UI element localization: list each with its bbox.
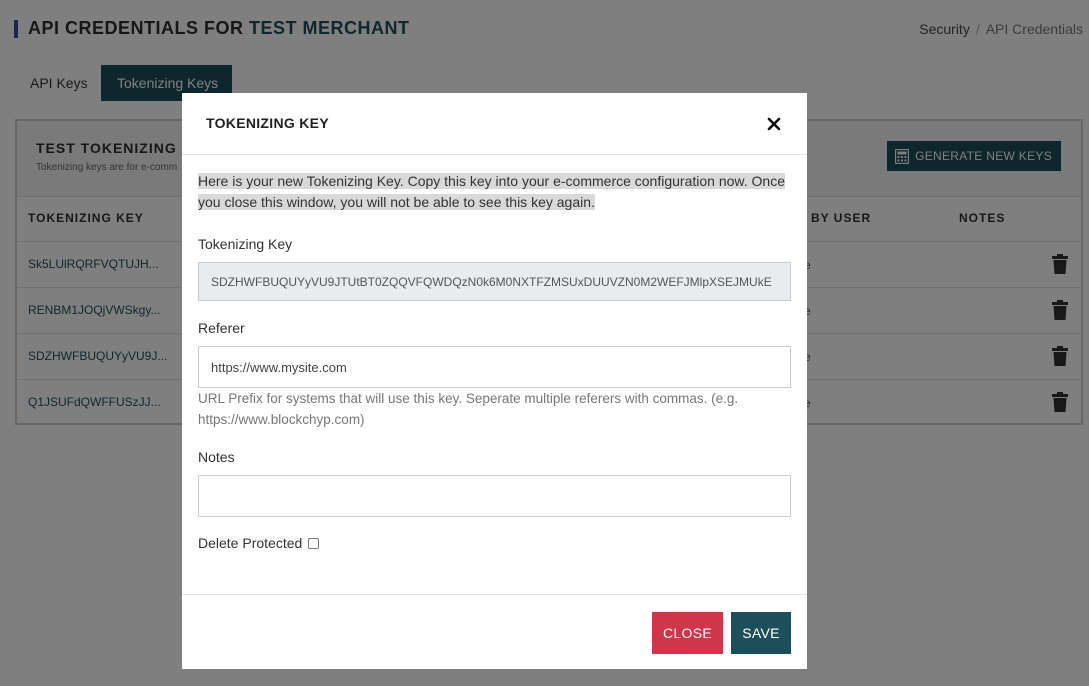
notes-input[interactable] xyxy=(198,475,791,517)
delete-protected-checkbox[interactable] xyxy=(308,537,320,549)
notes-label: Notes xyxy=(198,449,235,465)
delete-protected-row: Delete Protected xyxy=(198,535,320,551)
delete-protected-label: Delete Protected xyxy=(198,535,303,551)
modal-title: TOKENIZING KEY xyxy=(206,115,329,131)
close-button[interactable]: CLOSE xyxy=(652,612,723,654)
close-icon[interactable] xyxy=(765,115,783,133)
referer-input[interactable] xyxy=(198,346,791,388)
modal-footer: CLOSE SAVE xyxy=(182,594,807,669)
modal-header: TOKENIZING KEY xyxy=(182,93,807,155)
tokenizing-key-label: Tokenizing Key xyxy=(198,236,293,252)
referer-label: Referer xyxy=(198,320,245,336)
tokenizing-key-modal: TOKENIZING KEY Here is your new Tokenizi… xyxy=(182,93,807,669)
referer-help-text: URL Prefix for systems that will use thi… xyxy=(198,391,739,427)
tokenizing-key-field[interactable] xyxy=(198,262,791,301)
save-button[interactable]: SAVE xyxy=(731,612,791,654)
key-notice: Here is your new Tokenizing Key. Copy th… xyxy=(198,171,794,213)
key-notice-text: Here is your new Tokenizing Key. Copy th… xyxy=(198,173,785,210)
